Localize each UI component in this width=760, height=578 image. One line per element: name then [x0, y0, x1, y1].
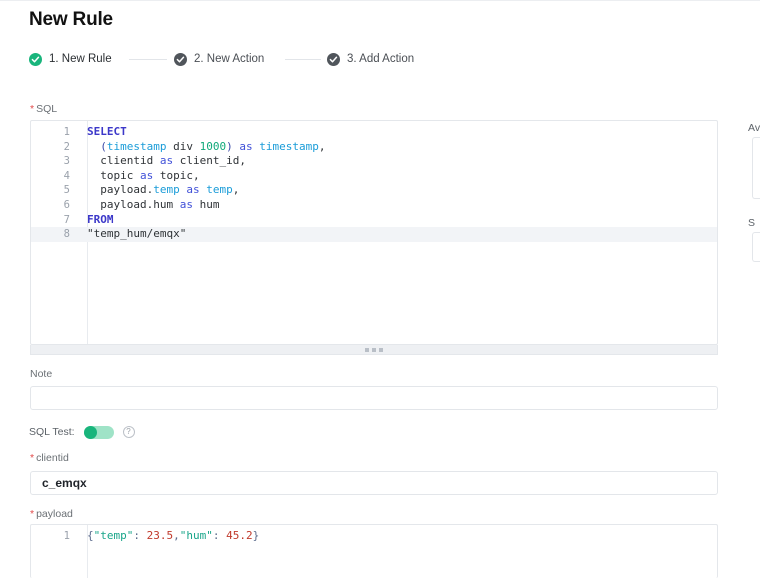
step-label: 2. New Action [194, 53, 265, 65]
sql-test-row: SQL Test: ? [29, 423, 135, 441]
step-connector-1 [129, 59, 167, 60]
required-marker: * [30, 508, 35, 520]
line-number: 4 [63, 169, 70, 182]
step-label: 3. Add Action [347, 53, 415, 65]
sql-code-area[interactable]: 1 SELECT 2 (timestamp div 1000) as timesta… [31, 121, 717, 344]
code-text: "temp_hum/emqx" [87, 227, 187, 241]
step-indicator: 1. New Rule 2. New Action 3. Add Action [29, 49, 449, 69]
sql-code-editor[interactable]: 1 SELECT 2 (timestamp div 1000) as timesta… [30, 120, 718, 345]
handle-dot [379, 347, 383, 352]
new-rule-page: New Rule 1. New Rule 2. New Action 3. Ad… [0, 0, 760, 578]
code-text: topic as topic, [87, 168, 200, 182]
code-line: 5 payload.temp as temp, [31, 183, 717, 198]
label-text: SQL [36, 103, 58, 115]
clientid-field-label: * clientid [30, 452, 69, 464]
label-text: Note [30, 368, 53, 380]
handle-dot [372, 347, 376, 352]
code-line: 7 FROM [31, 213, 717, 228]
code-text: FROM [87, 212, 114, 226]
line-number: 8 [63, 228, 70, 241]
code-line: 3 clientid as client_id, [31, 154, 717, 169]
code-text: {"temp": 23.5,"hum": 45.2} [87, 529, 260, 542]
editor-resize-handle[interactable] [30, 345, 718, 355]
line-number: 1 [63, 530, 70, 542]
step-item-add-action[interactable]: 3. Add Action [327, 49, 414, 69]
note-input[interactable] [30, 386, 718, 410]
payload-field-label: * payload [30, 508, 73, 520]
available-fields-label-clipped: Av [748, 122, 760, 134]
code-text: payload.temp as temp, [87, 183, 240, 197]
payload-code-area[interactable]: 1 {"temp": 23.5,"hum": 45.2} [31, 525, 717, 578]
page-title: New Rule [29, 9, 113, 30]
toggle-knob [83, 425, 97, 439]
code-line: 6 payload.hum as hum [31, 198, 717, 213]
code-line: 4 topic as topic, [31, 169, 717, 184]
code-line: 2 (timestamp div 1000) as timestamp, [31, 140, 717, 155]
sql-test-toggle[interactable] [83, 425, 114, 439]
sql-field-label: * SQL [30, 103, 57, 115]
line-number: 3 [63, 155, 70, 168]
line-number: 6 [63, 198, 70, 211]
right-panel-box-clipped-2 [752, 232, 760, 262]
sql-test-label: SQL Test: [29, 426, 75, 438]
line-number: 5 [63, 184, 70, 197]
code-line: 1 {"temp": 23.5,"hum": 45.2} [31, 529, 717, 544]
check-circle-icon [327, 52, 340, 66]
step-item-new-action[interactable]: 2. New Action [174, 49, 264, 69]
code-line: 8 "temp_hum/emqx" [31, 227, 717, 242]
payload-code-editor[interactable]: 1 {"temp": 23.5,"hum": 45.2} [30, 524, 718, 578]
step-item-new-rule[interactable]: 1. New Rule [29, 49, 112, 69]
label-text: clientid [36, 452, 69, 464]
handle-dot [365, 347, 369, 352]
check-circle-icon [174, 52, 187, 66]
label-text: payload [36, 508, 73, 520]
payload-code-lines: 1 {"temp": 23.5,"hum": 45.2} [31, 529, 717, 544]
required-marker: * [30, 452, 35, 464]
step-label: 1. New Rule [49, 53, 112, 65]
sql-panel-label-clipped: S [748, 217, 756, 229]
sql-code-lines: 1 SELECT 2 (timestamp div 1000) as timesta… [31, 125, 717, 242]
code-text: payload.hum as hum [87, 197, 220, 211]
right-panel-box-clipped [752, 137, 760, 199]
line-number: 7 [63, 213, 70, 226]
step-connector-2 [285, 59, 321, 60]
code-text: SELECT [87, 125, 127, 138]
line-number: 2 [63, 140, 70, 153]
code-text: clientid as client_id, [87, 154, 246, 168]
required-marker: * [30, 103, 35, 115]
line-number: 1 [63, 126, 70, 138]
code-line: 1 SELECT [31, 125, 717, 140]
clientid-input[interactable] [30, 471, 718, 495]
question-mark-icon[interactable]: ? [122, 426, 135, 438]
code-text: (timestamp div 1000) as timestamp, [87, 139, 326, 153]
page-top-divider [0, 0, 760, 1]
check-circle-icon [29, 52, 42, 66]
note-field-label: Note [30, 368, 52, 380]
